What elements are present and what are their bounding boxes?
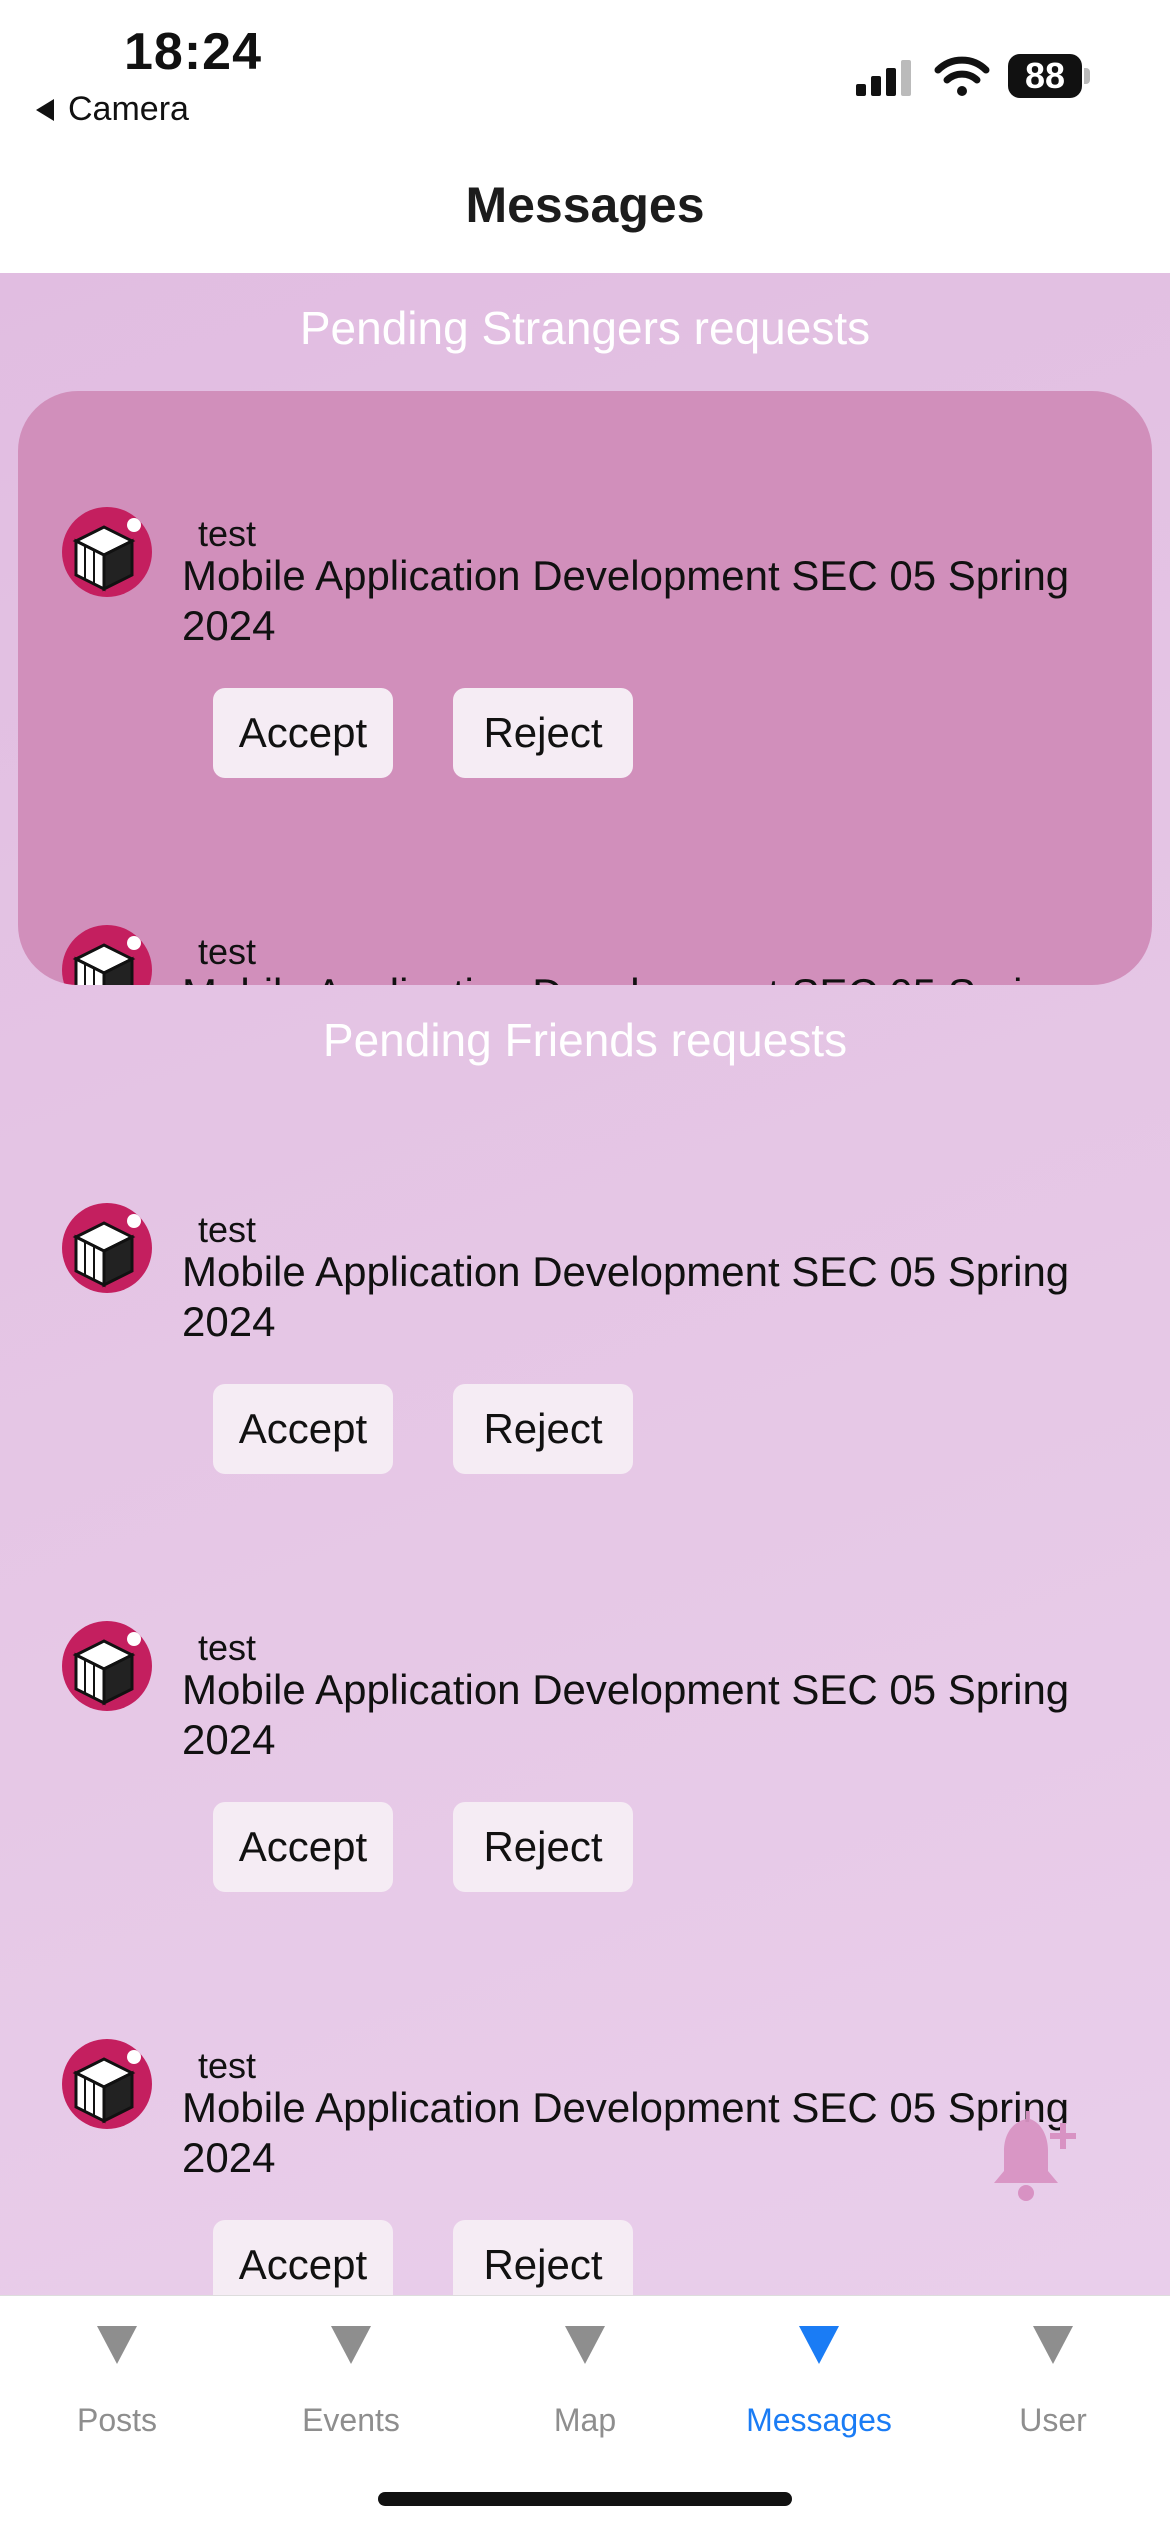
status-time: 18:24 [124, 23, 262, 81]
tab-label: Map [553, 2402, 617, 2438]
nav-header: Messages [0, 150, 1170, 273]
accept-button[interactable]: Accept [213, 2220, 393, 2295]
avatar [62, 925, 152, 985]
wifi-icon [934, 56, 990, 96]
reject-button[interactable]: Reject [453, 2220, 633, 2295]
triangle-down-icon [1033, 2326, 1073, 2364]
back-to-app-link[interactable]: Camera [36, 90, 189, 129]
friends-section-title: Pending Friends requests [322, 1014, 848, 1066]
status-bar: 18:24 Camera 88 [0, 0, 1170, 150]
request-username: test [198, 2045, 257, 2086]
avatar [62, 2039, 152, 2129]
request-username: test [198, 931, 257, 972]
add-notification-bell-icon[interactable] [984, 2105, 1080, 2205]
tab-label: User [1019, 2402, 1087, 2438]
tab-events[interactable]: Events [234, 2326, 468, 2439]
list-item: test Mobile Application Development SEC … [18, 391, 1152, 985]
avatar [62, 1203, 152, 1293]
avatar [62, 1621, 152, 1711]
cellular-signal-icon [856, 60, 911, 96]
list-item: test Mobile Application Development SEC … [18, 1093, 1152, 1474]
back-arrow-icon [36, 98, 54, 121]
triangle-down-icon [565, 2326, 605, 2364]
tab-user[interactable]: User [936, 2326, 1170, 2439]
messages-content[interactable]: Pending Strangers requests test Mobile A… [0, 273, 1170, 2295]
tab-label: Events [302, 2402, 400, 2438]
accept-button[interactable]: Accept [213, 1384, 393, 1474]
tab-posts[interactable]: Posts [0, 2326, 234, 2439]
request-username: test [198, 1627, 257, 1668]
strangers-section-title: Pending Strangers requests [299, 302, 871, 354]
back-app-label: Camera [68, 90, 189, 128]
page-title: Messages [465, 177, 705, 233]
home-indicator[interactable] [378, 2492, 792, 2506]
tab-messages[interactable]: Messages [702, 2326, 936, 2439]
request-username: test [198, 1209, 257, 1250]
accept-button[interactable]: Accept [213, 1802, 393, 1892]
battery-icon: 88 [1008, 54, 1090, 100]
tab-map[interactable]: Map [468, 2326, 702, 2439]
request-message: Mobile Application Development SEC 05 Sp… [182, 1248, 1070, 1345]
list-item: test Mobile Application Development SEC … [18, 1511, 1152, 1892]
reject-button[interactable]: Reject [453, 1384, 633, 1474]
list-item: test Mobile Application Development SEC … [18, 1929, 1152, 2295]
request-message: Mobile Application Development SEC 05 Sp… [182, 969, 1142, 985]
triangle-down-icon [799, 2326, 839, 2364]
triangle-down-icon [331, 2326, 371, 2364]
triangle-down-icon [97, 2326, 137, 2364]
reject-button[interactable]: Reject [453, 1802, 633, 1892]
tab-label: Posts [76, 2402, 158, 2438]
tab-label: Messages [746, 2402, 892, 2438]
battery-level: 88 [1008, 54, 1082, 98]
request-message: Mobile Application Development SEC 05 Sp… [182, 1666, 1070, 1763]
strangers-requests-list[interactable]: test Mobile Application Development SEC … [18, 391, 1152, 985]
